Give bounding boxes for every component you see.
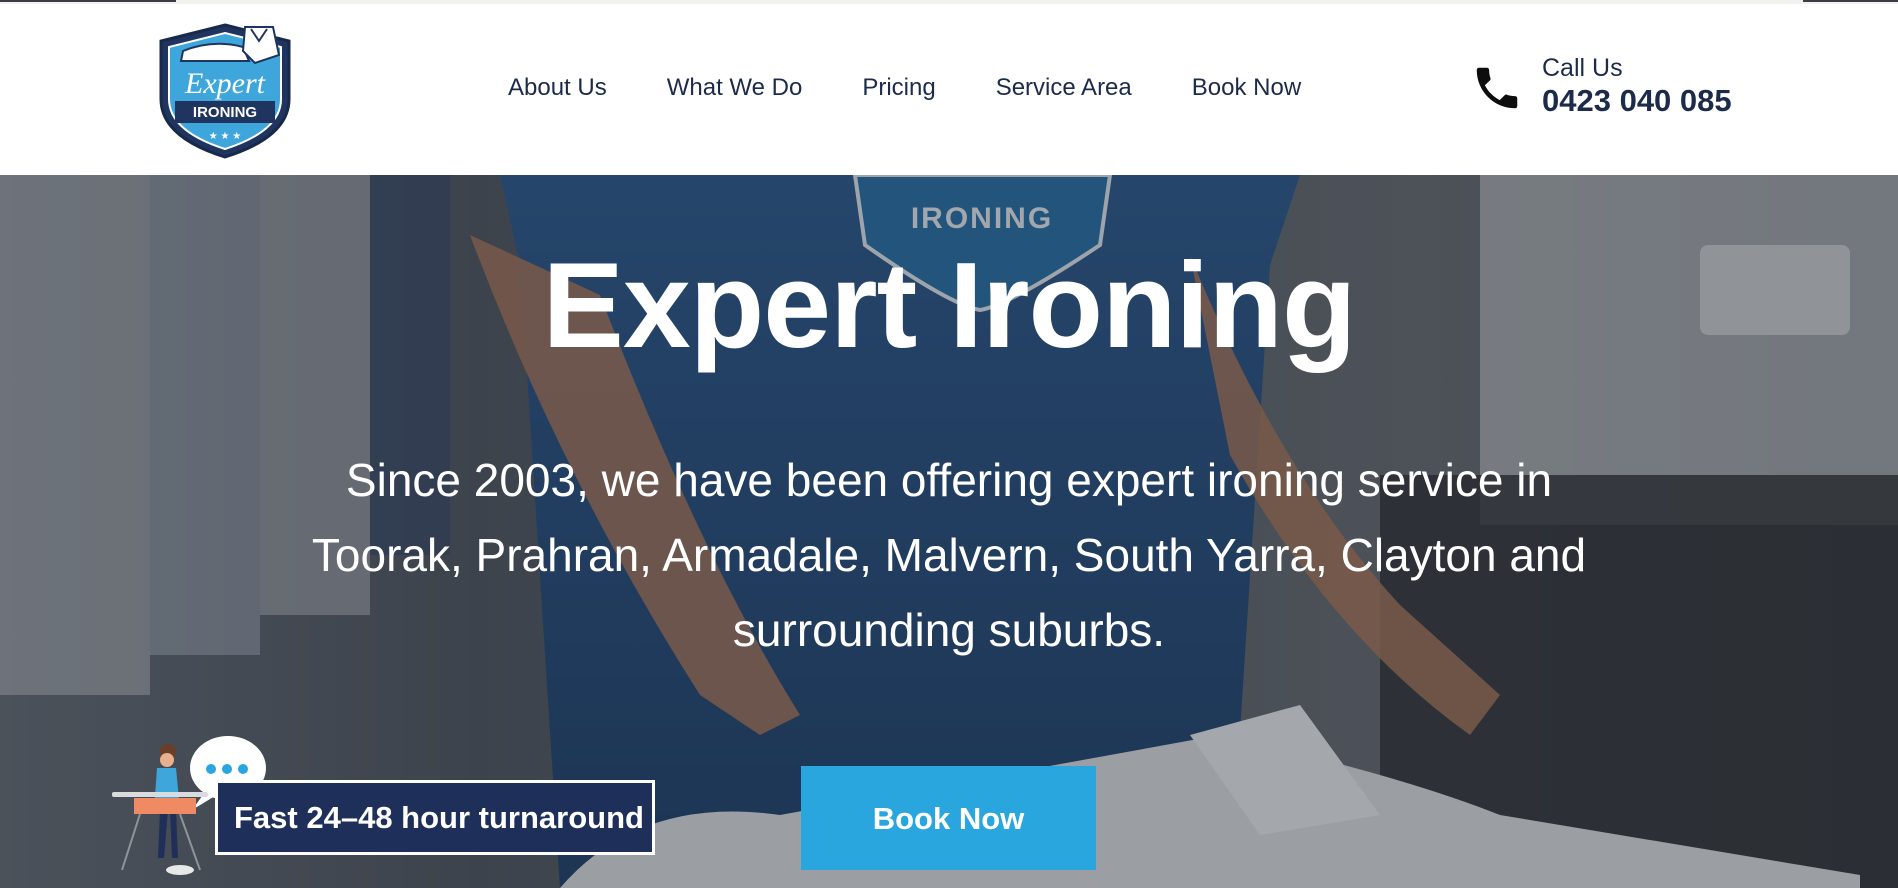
nav-book-now[interactable]: Book Now [1192,74,1301,102]
hero-subtitle: Since 2003, we have been offering expert… [311,454,1587,656]
hero-title: Expert Ironing [542,237,1357,373]
call-us-label: Call Us [1542,54,1623,82]
nav-what-we-do[interactable]: What We Do [667,74,803,102]
site-header: Expert IRONING ★ ★ ★ About Us What We Do… [0,4,1898,175]
nav-service-area[interactable]: Service Area [996,74,1132,102]
nav-about-us[interactable]: About Us [508,74,607,102]
svg-text:★ ★ ★: ★ ★ ★ [209,131,241,142]
nav-pricing[interactable]: Pricing [862,74,935,102]
expert-ironing-logo[interactable]: Expert IRONING ★ ★ ★ [153,21,297,161]
phone-number[interactable]: 0423 040 085 [1542,83,1732,119]
main-nav: About Us What We Do Pricing Service Area… [508,74,1361,102]
call-us-block[interactable]: Call Us 0423 040 085 [1542,54,1732,119]
logo-banner-text: IRONING [193,104,257,121]
book-now-button[interactable]: Book Now [801,766,1096,870]
logo-script-text: Expert [184,67,266,100]
phone-icon[interactable] [1470,58,1524,118]
turnaround-badge: Fast 24–48 hour turnaround [215,780,655,855]
hero-section: IRONING Expert Ironing Since 2003, we ha… [0,175,1898,888]
